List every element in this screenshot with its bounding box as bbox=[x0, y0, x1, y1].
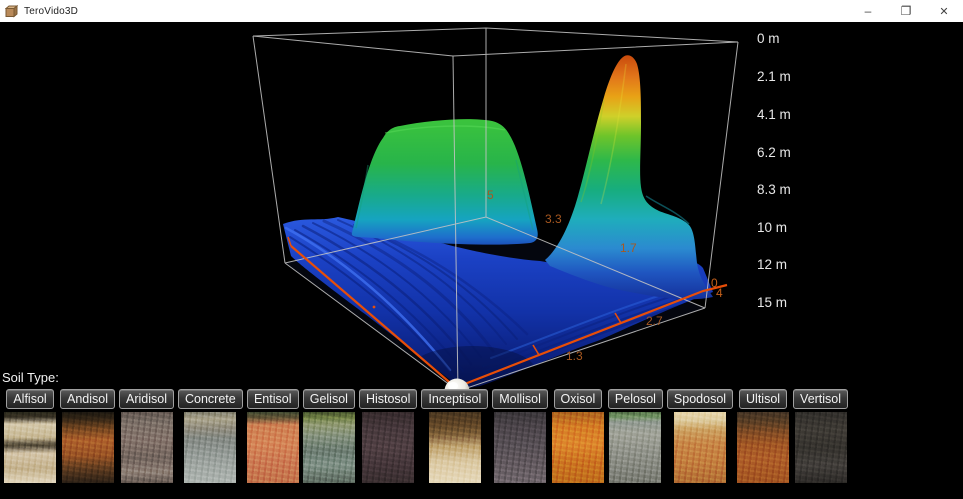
soil-image[interactable] bbox=[62, 412, 114, 483]
soil-panel: Soil Type: Alfisol Andisol Aridisol Conc… bbox=[0, 370, 963, 483]
depth-scale: 0 m 2.1 m 4.1 m 6.2 m 8.3 m 10 m 12 m 15… bbox=[757, 31, 791, 310]
axis-back-tick: 5 bbox=[487, 188, 494, 202]
soil-button[interactable]: Spodosol bbox=[667, 389, 733, 409]
soil-image[interactable] bbox=[795, 412, 847, 483]
soil-button[interactable]: Oxisol bbox=[554, 389, 603, 409]
soil-button[interactable]: Inceptisol bbox=[421, 389, 488, 409]
soil-button[interactable]: Ultisol bbox=[739, 389, 787, 409]
title-bar: TeroVido3D – ❐ ✕ bbox=[0, 0, 963, 22]
soil-col-entisol: Entisol bbox=[247, 389, 299, 483]
axis-back-tick: 1.7 bbox=[620, 241, 637, 255]
soil-col-oxisol: Oxisol bbox=[552, 389, 604, 483]
soil-image[interactable] bbox=[552, 412, 604, 483]
soil-image[interactable] bbox=[494, 412, 546, 483]
soil-col-aridisol: Aridisol bbox=[119, 389, 174, 483]
soil-image[interactable] bbox=[303, 412, 355, 483]
terovido3d-window: TeroVido3D – ❐ ✕ bbox=[0, 0, 963, 499]
soil-button[interactable]: Gelisol bbox=[303, 389, 355, 409]
soil-col-inceptisol: Inceptisol bbox=[421, 389, 488, 483]
soil-button[interactable]: Pelosol bbox=[608, 389, 663, 409]
soil-col-spodosol: Spodosol bbox=[667, 389, 733, 483]
soil-image[interactable] bbox=[121, 412, 173, 483]
axis-back-tick: 3.3 bbox=[545, 212, 562, 226]
depth-label: 10 m bbox=[757, 220, 787, 235]
depth-label: 0 m bbox=[757, 31, 780, 46]
soil-button[interactable]: Histosol bbox=[359, 389, 417, 409]
soil-image[interactable] bbox=[247, 412, 299, 483]
soil-image[interactable] bbox=[609, 412, 661, 483]
depth-label: 6.2 m bbox=[757, 145, 791, 160]
axis-front-tick: 2.7 bbox=[646, 314, 663, 328]
soil-col-mollisol: Mollisol bbox=[492, 389, 548, 483]
soil-col-andisol: Andisol bbox=[60, 389, 115, 483]
soil-col-alfisol: Alfisol bbox=[4, 389, 56, 483]
depth-label: 8.3 m bbox=[757, 182, 791, 197]
soil-type-row: Alfisol Andisol Aridisol Concrete Entiso… bbox=[4, 389, 963, 483]
surface-terrain bbox=[283, 55, 713, 398]
depth-label: 15 m bbox=[757, 295, 787, 310]
soil-image[interactable] bbox=[674, 412, 726, 483]
soil-col-vertisol: Vertisol bbox=[793, 389, 848, 483]
maximize-button[interactable]: ❐ bbox=[887, 0, 925, 22]
axis-front-tick: 4 bbox=[716, 286, 723, 300]
soil-image[interactable] bbox=[737, 412, 789, 483]
depth-label: 4.1 m bbox=[757, 107, 791, 122]
soil-button[interactable]: Mollisol bbox=[492, 389, 548, 409]
soil-col-concrete: Concrete bbox=[178, 389, 243, 483]
soil-type-label: Soil Type: bbox=[2, 370, 963, 386]
soil-col-pelosol: Pelosol bbox=[608, 389, 663, 483]
soil-button[interactable]: Aridisol bbox=[119, 389, 174, 409]
close-button[interactable]: ✕ bbox=[925, 0, 963, 22]
window-title: TeroVido3D bbox=[24, 6, 78, 17]
soil-image[interactable] bbox=[429, 412, 481, 483]
soil-col-ultisol: Ultisol bbox=[737, 389, 789, 483]
depth-label: 2.1 m bbox=[757, 69, 791, 84]
soil-button[interactable]: Alfisol bbox=[6, 389, 53, 409]
soil-button[interactable]: Andisol bbox=[60, 389, 115, 409]
soil-image[interactable] bbox=[184, 412, 236, 483]
soil-button[interactable]: Entisol bbox=[247, 389, 299, 409]
soil-button[interactable]: Vertisol bbox=[793, 389, 848, 409]
app-icon bbox=[5, 5, 18, 18]
soil-image[interactable] bbox=[362, 412, 414, 483]
axis-front-tick: 1.3 bbox=[566, 349, 583, 363]
soil-col-histosol: Histosol bbox=[359, 389, 417, 483]
soil-col-gelisol: Gelisol bbox=[303, 389, 355, 483]
minimize-button[interactable]: – bbox=[849, 0, 887, 22]
depth-label: 12 m bbox=[757, 257, 787, 272]
soil-image[interactable] bbox=[4, 412, 56, 483]
soil-button[interactable]: Concrete bbox=[178, 389, 243, 409]
